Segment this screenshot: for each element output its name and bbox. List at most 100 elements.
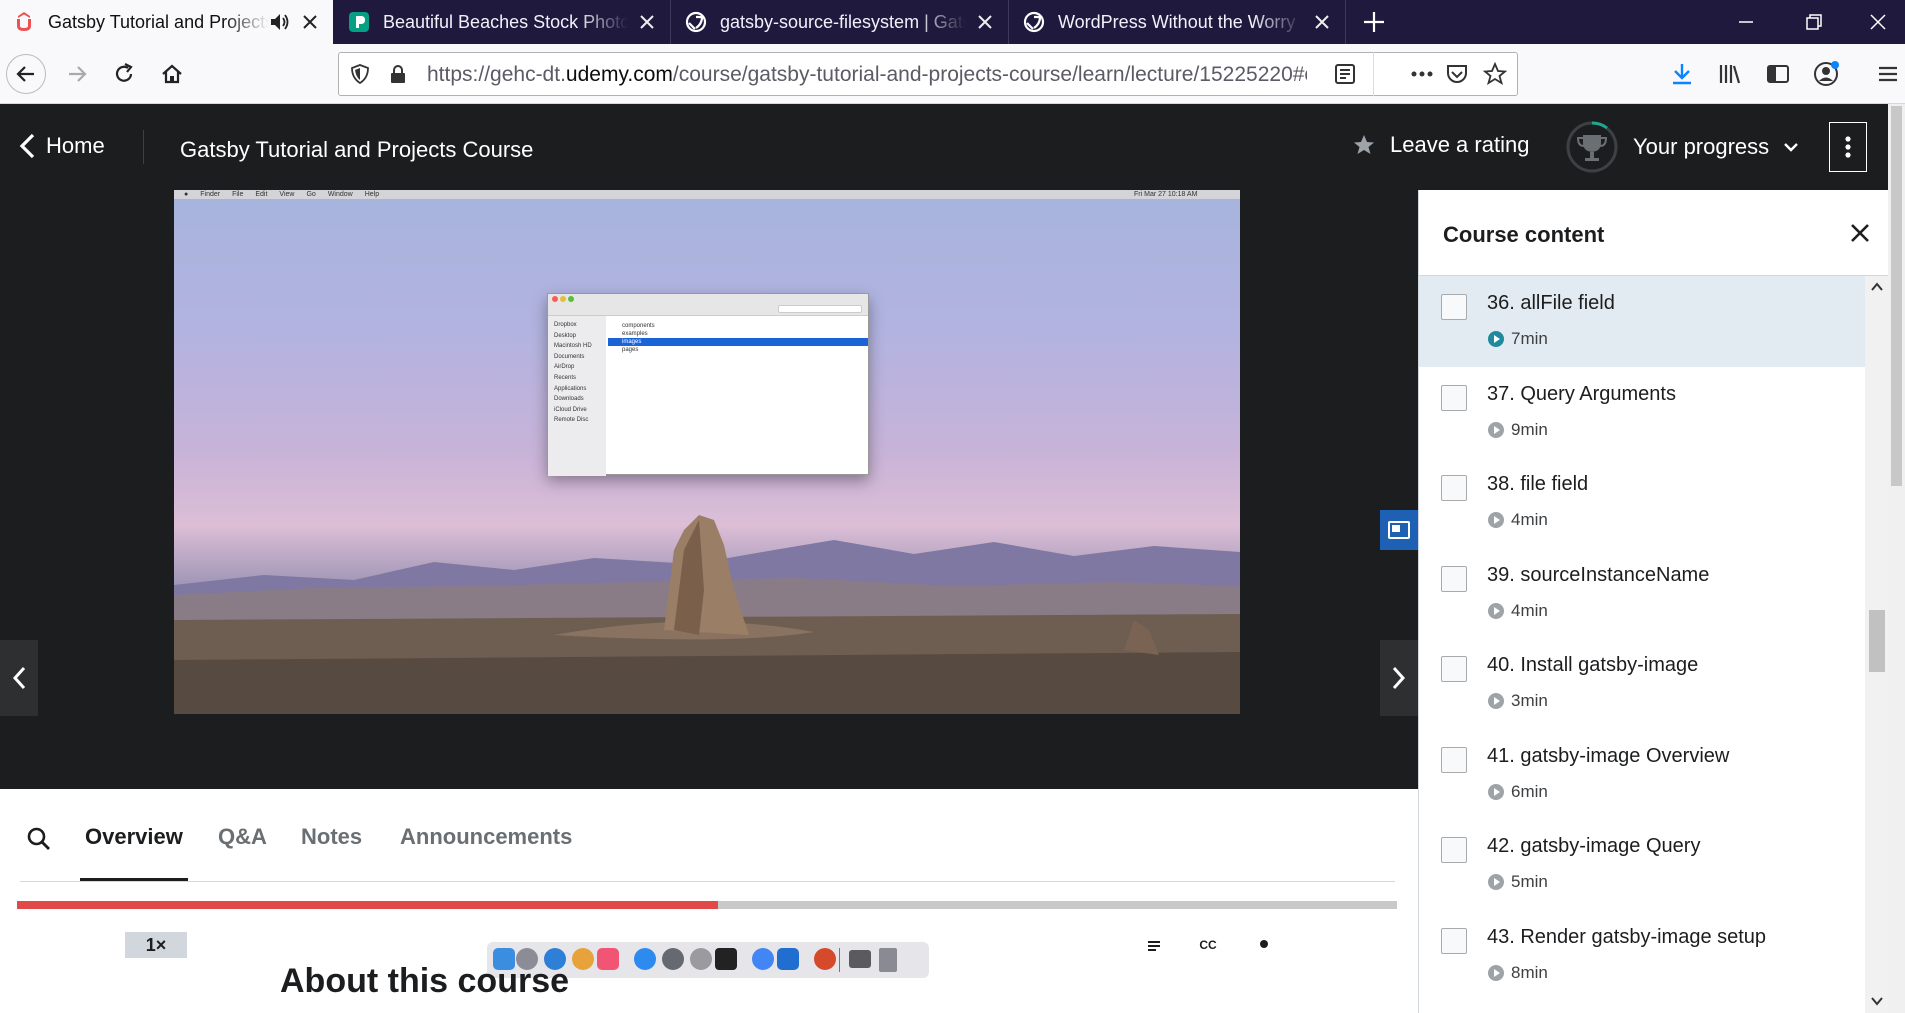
more-options-button[interactable]: [1829, 122, 1867, 172]
rewind-button[interactable]: [74, 928, 110, 960]
lecture-checkbox[interactable]: [1441, 294, 1467, 320]
sidebar-scroll-thumb[interactable]: [1869, 610, 1885, 672]
minimize-window-button[interactable]: [1716, 0, 1776, 44]
play-circle-icon: [1487, 692, 1505, 710]
finder-window: Dropbox Desktop Macintosh HD Documents A…: [547, 293, 869, 476]
url-path: /course/gatsby-tutorial-and-projects-cou…: [672, 63, 1307, 86]
account-icon[interactable]: [1806, 54, 1846, 94]
address-bar[interactable]: https://gehc-dt.udemy.com/course/gatsby-…: [338, 52, 1518, 96]
url-text[interactable]: https://gehc-dt.udemy.com/course/gatsby-…: [427, 63, 1307, 87]
browser-tab-udemy[interactable]: Gatsby Tutorial and Projects Course | Ud…: [0, 0, 333, 44]
lecture-item[interactable]: 36. allFile field 7min: [1419, 276, 1865, 367]
lock-icon[interactable]: [387, 63, 409, 85]
page-scroll-thumb[interactable]: [1891, 106, 1902, 486]
browser-tab-wordpress[interactable]: WordPress Without the Worry: [1010, 0, 1346, 44]
tab-announcements[interactable]: Announcements: [400, 824, 572, 850]
play-circle-icon: [1487, 602, 1505, 620]
tab-notes[interactable]: Notes: [301, 824, 362, 850]
tracking-protection-icon[interactable]: [349, 63, 371, 85]
svg-text:CC: CC: [1199, 938, 1217, 952]
pocket-icon[interactable]: [1445, 62, 1469, 86]
lecture-checkbox[interactable]: [1441, 475, 1467, 501]
lecture-duration: 5min: [1487, 872, 1548, 892]
lecture-item[interactable]: 38. file field 4min: [1419, 457, 1865, 548]
close-tab-icon[interactable]: [636, 11, 658, 33]
sidebar-toggle-icon[interactable]: [1758, 54, 1798, 94]
video-player[interactable]: ● Finder File Edit View Go Window Help F…: [0, 190, 1418, 978]
lecture-checkbox[interactable]: [1441, 927, 1467, 954]
search-icon[interactable]: [26, 826, 52, 852]
restore-window-button[interactable]: [1784, 0, 1844, 44]
lecture-item[interactable]: 41. gatsby-image Overview 6min: [1419, 729, 1865, 820]
pause-button[interactable]: [20, 928, 56, 960]
video-frame[interactable]: ● Finder File Edit View Go Window Help F…: [174, 190, 1240, 714]
close-tab-icon[interactable]: [1311, 11, 1333, 33]
speaker-icon[interactable]: [269, 11, 291, 33]
gear-icon: [1250, 930, 1278, 958]
finder-sidebar-item: Recents: [554, 374, 577, 381]
fullscreen-button[interactable]: [1302, 928, 1338, 960]
lecture-duration: 6min: [1487, 782, 1548, 802]
menu-icon[interactable]: [1868, 54, 1905, 94]
lecture-item[interactable]: 43. Render gatsby-image setup 8min: [1419, 910, 1865, 1001]
home-icon[interactable]: [152, 54, 192, 94]
downloads-icon[interactable]: [1662, 54, 1702, 94]
lecture-list: 36. allFile field 7min 37. Query Argumen…: [1419, 276, 1865, 1000]
lecture-checkbox[interactable]: [1441, 837, 1467, 863]
library-icon[interactable]: [1710, 54, 1750, 94]
new-tab-button[interactable]: [1356, 4, 1392, 40]
volume-button[interactable]: [1080, 928, 1116, 960]
close-sidebar-button[interactable]: [1845, 218, 1875, 248]
lecture-checkbox[interactable]: [1441, 656, 1467, 682]
expanded-view-button[interactable]: [1356, 928, 1400, 960]
course-header: Home Gatsby Tutorial and Projects Course…: [0, 104, 1905, 190]
back-icon[interactable]: [6, 54, 46, 94]
forward-icon[interactable]: [57, 54, 97, 94]
arrows-horizontal-icon: [1358, 932, 1398, 956]
close-window-button[interactable]: [1848, 0, 1905, 44]
tab-qa[interactable]: Q&A: [218, 824, 267, 850]
transcript-button[interactable]: [1136, 928, 1172, 960]
seek-bar[interactable]: [17, 901, 1397, 909]
browser-tab-gatsby-source[interactable]: gatsby-source-filesystem | Gatsby: [672, 0, 1009, 44]
home-link[interactable]: Home: [18, 132, 105, 160]
lecture-duration: 3min: [1487, 691, 1548, 711]
playback-speed-button[interactable]: 1×: [125, 932, 187, 958]
divider: [143, 130, 144, 164]
leave-rating-button[interactable]: Leave a rating: [1352, 132, 1529, 158]
trophy-progress-icon: [1565, 120, 1619, 174]
star-icon: [1352, 133, 1376, 157]
add-note-icon: [361, 931, 387, 957]
lecture-checkbox[interactable]: [1441, 384, 1467, 411]
scroll-down-icon[interactable]: [1871, 996, 1883, 1006]
page-actions-icon[interactable]: [1409, 62, 1435, 86]
reader-view-icon[interactable]: [1333, 62, 1357, 86]
play-circle-icon: [1487, 964, 1505, 982]
bookmark-star-icon[interactable]: [1483, 62, 1507, 86]
lecture-checkbox[interactable]: [1441, 746, 1467, 773]
finder-file-row: examples: [622, 331, 648, 337]
lecture-checkbox[interactable]: [1441, 565, 1467, 592]
next-lecture-button[interactable]: [1380, 640, 1418, 716]
previous-lecture-button[interactable]: [0, 640, 38, 716]
scroll-up-icon[interactable]: [1871, 282, 1883, 292]
captions-button[interactable]: CC: [1190, 928, 1226, 960]
lecture-item[interactable]: 39. sourceInstanceName 4min: [1419, 548, 1865, 639]
rewind-icon: [78, 930, 106, 958]
lecture-item[interactable]: 42. gatsby-image Query 5min: [1419, 819, 1865, 910]
about-course-heading: About this course: [280, 962, 570, 1000]
progress-dropdown[interactable]: Your progress: [1565, 120, 1799, 174]
browser-tab-beaches[interactable]: Beautiful Beaches Stock Photos | Gatsby: [335, 0, 671, 44]
progress-label: Your progress: [1633, 134, 1770, 159]
settings-button[interactable]: [1246, 928, 1282, 960]
picture-in-picture-icon[interactable]: [1380, 510, 1418, 550]
close-tab-icon[interactable]: [974, 11, 996, 33]
tab-overview[interactable]: Overview: [85, 824, 183, 850]
lecture-item[interactable]: 40. Install gatsby-image 3min: [1419, 638, 1865, 729]
reload-icon[interactable]: [104, 54, 144, 94]
add-note-button[interactable]: [356, 928, 392, 960]
lecture-item[interactable]: 37. Query Arguments 9min: [1419, 367, 1865, 458]
close-tab-icon[interactable]: [299, 11, 321, 33]
forward-button[interactable]: [200, 928, 236, 960]
lecture-title: 36. allFile field: [1487, 292, 1615, 314]
